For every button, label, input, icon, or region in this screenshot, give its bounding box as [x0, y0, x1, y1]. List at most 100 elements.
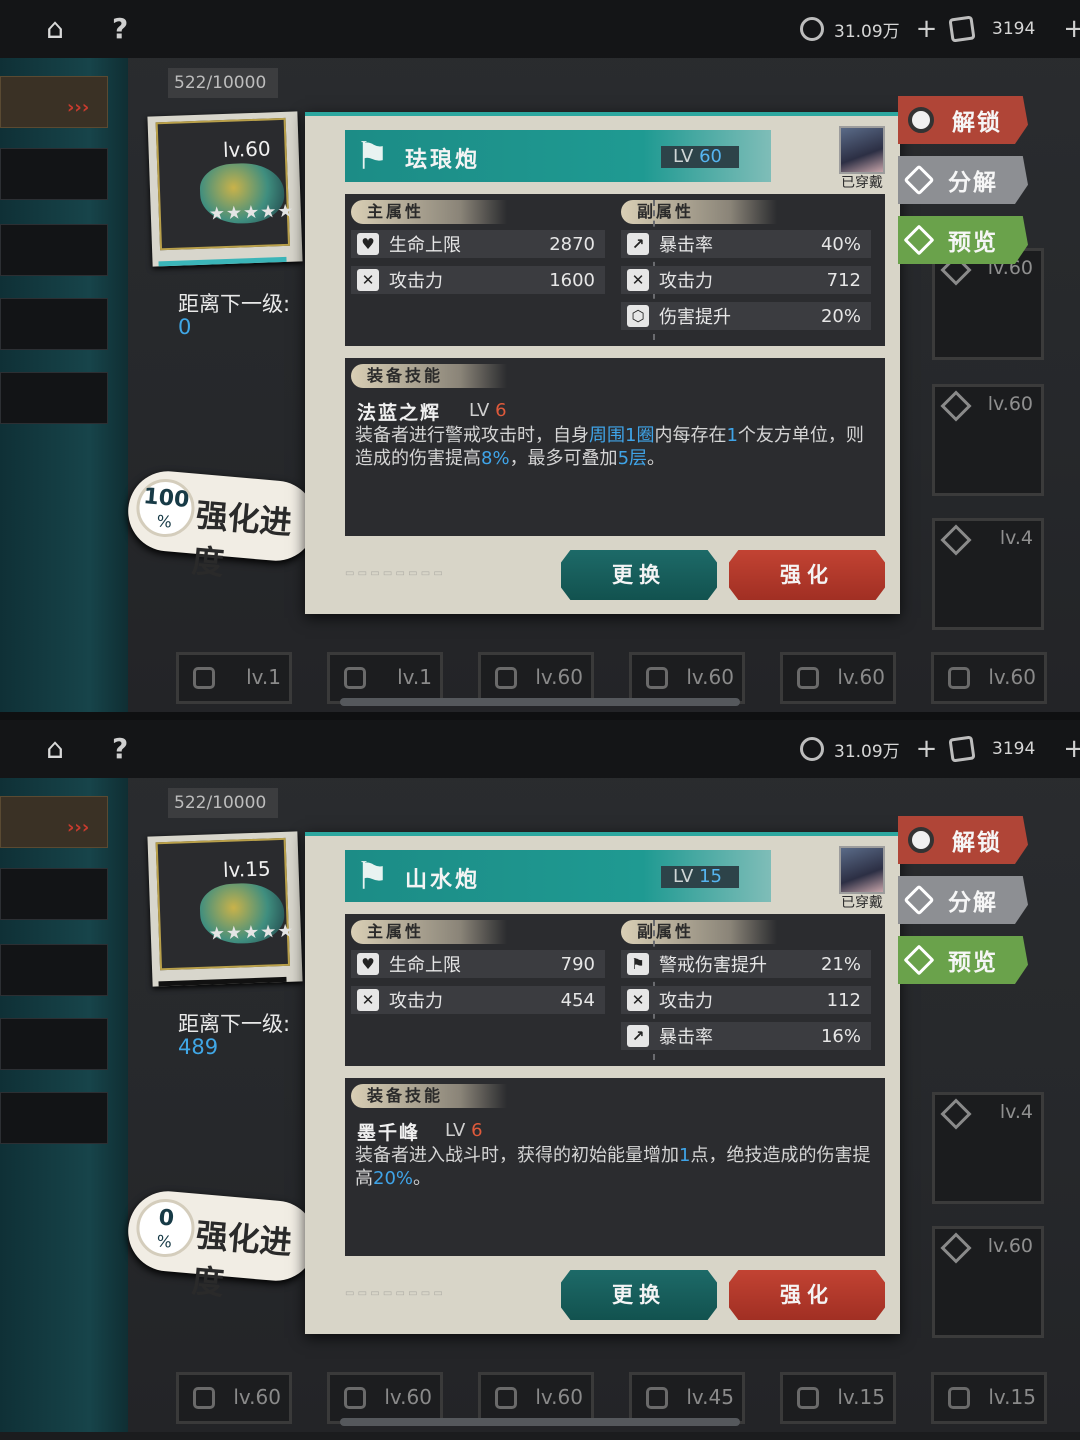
equipment-slot[interactable]: lv.60 — [932, 248, 1044, 360]
unlock-button[interactable]: 解锁 — [898, 816, 1028, 864]
stat-name: 攻击力 — [659, 271, 713, 292]
swords-icon: ✕ — [627, 989, 649, 1011]
left-category-panel: ››› — [0, 58, 128, 712]
equipment-slot[interactable]: lv.15 — [931, 1372, 1047, 1424]
next-level-label: 距离下一级: — [178, 292, 291, 316]
card-level: lv.60 — [222, 136, 272, 163]
main-attr-header: 主属性 — [351, 920, 507, 944]
equipment-slot[interactable]: lv.4 — [932, 1092, 1044, 1204]
equipment-slot[interactable]: lv.60 — [629, 652, 745, 704]
lock-icon — [908, 107, 934, 133]
home-icon[interactable]: ⌂ — [38, 14, 72, 44]
screen-divider — [0, 712, 1080, 720]
category-tab[interactable] — [0, 148, 108, 200]
equipment-slot[interactable]: lv.4 — [932, 518, 1044, 630]
enhance-progress-label: 强化进度 — [190, 1215, 294, 1303]
card-icon — [948, 735, 976, 763]
percent-sign: % — [155, 1231, 173, 1252]
wearer-avatar[interactable] — [839, 846, 885, 894]
home-icon[interactable]: ⌂ — [38, 734, 72, 764]
equipment-slot[interactable]: lv.60 — [327, 1372, 443, 1424]
slot-level: lv.4 — [999, 1101, 1033, 1123]
diamond-icon — [940, 1098, 972, 1130]
equipment-slot[interactable]: lv.1 — [176, 652, 292, 704]
skill-header: 装备技能 — [351, 364, 507, 388]
skill-name: 法蓝之辉 — [357, 402, 442, 424]
lock-icon — [908, 827, 934, 853]
category-tab[interactable] — [0, 944, 108, 996]
slot-level: lv.1 — [397, 665, 432, 689]
equipment-header: ⚑ 山水炮 LV 15 — [345, 850, 771, 902]
equipment-slot[interactable]: lv.60 — [478, 1372, 594, 1424]
category-tab[interactable] — [0, 1018, 108, 1070]
skill-highlight: 周围1圈 — [589, 425, 655, 446]
category-tab-active[interactable]: ››› — [0, 76, 108, 128]
unlock-button[interactable]: 解锁 — [898, 96, 1028, 144]
help-icon[interactable]: ? — [112, 12, 128, 45]
category-tab[interactable] — [0, 298, 108, 350]
top-bar: ⌂ ? 31.09万 + 3194 + — [0, 720, 1080, 778]
equipment-slot[interactable]: lv.45 — [629, 1372, 745, 1424]
stat-row: ↗ 暴击率 40% — [621, 230, 871, 258]
category-tab[interactable] — [0, 372, 108, 424]
sub-attr-header: 副属性 — [621, 920, 777, 944]
horizontal-scrollbar[interactable] — [340, 698, 740, 706]
equipment-slot[interactable]: lv.1 — [327, 652, 443, 704]
add-coin-button[interactable]: + — [916, 734, 938, 764]
flag-icon: ⚑ — [355, 134, 390, 178]
skill-highlight: 20% — [373, 1168, 414, 1189]
add-card-button[interactable]: + — [1063, 734, 1080, 764]
stat-name: 生命上限 — [389, 235, 461, 256]
level-progress-bar — [158, 976, 287, 987]
category-tab[interactable] — [0, 1092, 108, 1144]
equipment-slot[interactable]: lv.60 — [780, 652, 896, 704]
diamond-icon — [940, 524, 972, 556]
wearer-avatar[interactable] — [839, 126, 885, 174]
skill-highlight: 5层 — [617, 448, 648, 469]
lock-icon — [948, 1387, 970, 1409]
stat-row: ♥ 生命上限 790 — [351, 950, 605, 978]
decompose-icon — [903, 164, 935, 196]
preview-button[interactable]: 预览 — [898, 936, 1028, 984]
equipment-slot[interactable]: lv.60 — [176, 1372, 292, 1424]
add-card-button[interactable]: + — [1063, 14, 1080, 44]
horizontal-scrollbar[interactable] — [340, 1418, 740, 1426]
change-button[interactable]: 更换 — [561, 550, 717, 600]
stat-name: 暴击率 — [659, 235, 713, 256]
damage-boost-icon: ⬡ — [627, 305, 649, 327]
equipment-slot[interactable]: lv.60 — [932, 1226, 1044, 1338]
lock-icon — [495, 1387, 517, 1409]
decorative-stamp: ▭ ▭ ▭ ▭ ▭ ▭ ▭ ▭ — [345, 568, 443, 579]
swords-icon: ✕ — [627, 269, 649, 291]
slot-level: lv.4 — [999, 527, 1033, 549]
equipment-slot[interactable]: lv.15 — [780, 1372, 896, 1424]
category-tab-active[interactable]: ››› — [0, 796, 108, 848]
enhance-progress-value: 0 — [157, 1205, 176, 1232]
arrow-icon: ››› — [67, 817, 90, 838]
slot-level: lv.60 — [233, 1385, 281, 1409]
screen-bottom: ⌂ ? 31.09万 + 3194 + ››› 522/10000 lv.4 lv… — [0, 720, 1080, 1432]
currency-coin: 31.09万 + — [800, 14, 937, 44]
equipment-card: lv.15 ★★★★★ — [147, 831, 303, 987]
enhance-progress-value: 100 — [142, 484, 191, 514]
heart-icon: ♥ — [357, 953, 379, 975]
equipment-slot[interactable]: lv.60 — [478, 652, 594, 704]
change-button[interactable]: 更换 — [561, 1270, 717, 1320]
category-tab[interactable] — [0, 868, 108, 920]
add-coin-button[interactable]: + — [916, 14, 938, 44]
enhance-button[interactable]: 强化 — [729, 1270, 885, 1320]
slot-level: lv.60 — [535, 665, 583, 689]
enhance-button[interactable]: 强化 — [729, 550, 885, 600]
category-tab[interactable] — [0, 224, 108, 276]
help-icon[interactable]: ? — [112, 732, 128, 765]
stat-row: ✕ 攻击力 112 — [621, 986, 871, 1014]
decompose-button[interactable]: 分解 — [898, 876, 1028, 924]
enhance-progress-badge: 0 % 强化进度 — [124, 1187, 320, 1302]
sub-attr-header: 副属性 — [621, 200, 777, 224]
stat-row: ⬡ 伤害提升 20% — [621, 302, 871, 330]
equipment-slot[interactable]: lv.60 — [931, 652, 1047, 704]
enhance-progress-label: 强化进度 — [190, 495, 294, 583]
equipment-slot[interactable]: lv.60 — [932, 384, 1044, 496]
decompose-button[interactable]: 分解 — [898, 156, 1028, 204]
preview-button[interactable]: 预览 — [898, 216, 1028, 264]
